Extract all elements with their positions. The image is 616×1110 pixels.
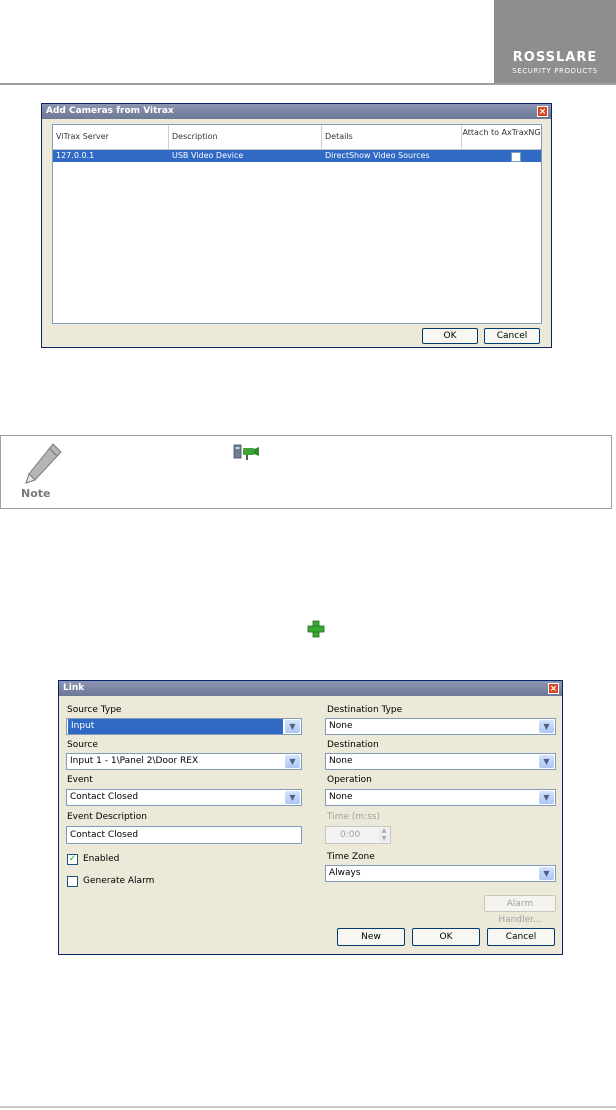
destination-select[interactable]: None ▼ xyxy=(325,753,556,770)
link-dialog: Link × Source Type Input ▼ Source Input … xyxy=(58,680,563,955)
destination-value: None xyxy=(329,756,353,766)
generate-alarm-label: Generate Alarm xyxy=(83,876,155,886)
chevron-down-icon[interactable]: ▼ xyxy=(539,720,554,733)
destination-type-select[interactable]: None ▼ xyxy=(325,718,556,735)
source-type-label: Source Type xyxy=(67,705,122,715)
generate-alarm-checkbox[interactable] xyxy=(67,876,78,887)
chevron-down-icon[interactable]: ▼ xyxy=(285,720,300,733)
brand-name: ROSSLARE xyxy=(512,50,598,65)
brand-tagline: SECURITY PRODUCTS xyxy=(512,67,598,75)
destination-type-label: Destination Type xyxy=(327,705,403,715)
footer-divider xyxy=(0,1106,616,1108)
chevron-down-icon[interactable]: ▼ xyxy=(285,755,300,768)
column-header-attach[interactable]: Attach to AxTraxNG xyxy=(462,125,541,149)
enabled-checkbox[interactable]: ✓ xyxy=(67,854,78,865)
source-select[interactable]: Input 1 - 1\Panel 2\Door REX ▼ xyxy=(66,753,302,770)
grid-header: ViTrax Server Description Details Attach… xyxy=(53,125,541,150)
dialog-title: Link xyxy=(63,683,85,693)
event-value: Contact Closed xyxy=(70,792,139,802)
cell-description: USB Video Device xyxy=(172,151,244,160)
camera-device-icon xyxy=(233,444,259,460)
time-value: 0:00 xyxy=(340,830,361,840)
operation-label: Operation xyxy=(327,775,372,785)
table-row[interactable]: 127.0.0.1 USB Video Device DirectShow Vi… xyxy=(53,150,541,162)
close-icon[interactable]: × xyxy=(548,683,559,694)
dialog-titlebar: Link xyxy=(59,681,562,696)
pencil-icon xyxy=(25,443,62,484)
new-button[interactable]: New xyxy=(337,928,405,946)
column-header-description[interactable]: Description xyxy=(169,125,322,149)
add-cameras-dialog: Add Cameras from Vitrax × ViTrax Server … xyxy=(41,103,552,348)
note-label: Note xyxy=(21,487,51,500)
note-box: Note xyxy=(0,435,612,509)
spin-arrows-icon: ▲ ▼ xyxy=(378,827,390,843)
time-zone-select[interactable]: Always ▼ xyxy=(325,865,556,882)
close-icon[interactable]: × xyxy=(537,106,548,117)
ok-button[interactable]: OK xyxy=(412,928,480,946)
dialog-title: Add Cameras from Vitrax xyxy=(46,106,174,116)
event-label: Event xyxy=(67,775,93,785)
green-plus-icon xyxy=(307,620,325,638)
enabled-label: Enabled xyxy=(83,854,120,864)
event-description-input[interactable]: Contact Closed xyxy=(66,826,302,844)
cell-details: DirectShow Video Sources xyxy=(325,151,430,160)
time-stepper: 0:00 ▲ ▼ xyxy=(325,826,391,844)
attach-checkbox[interactable] xyxy=(511,152,521,162)
column-header-server[interactable]: ViTrax Server xyxy=(53,125,169,149)
rosslare-logo: ROSSLARE SECURITY PRODUCTS xyxy=(494,0,616,83)
destination-type-value: None xyxy=(329,721,353,731)
source-type-value: Input xyxy=(68,719,283,734)
chevron-down-icon[interactable]: ▼ xyxy=(539,867,554,880)
operation-select[interactable]: None ▼ xyxy=(325,789,556,806)
cancel-button[interactable]: Cancel xyxy=(484,328,540,344)
ok-button[interactable]: OK xyxy=(422,328,478,344)
chevron-down-icon[interactable]: ▼ xyxy=(285,791,300,804)
source-label: Source xyxy=(67,740,98,750)
header-divider xyxy=(0,83,616,85)
dialog-titlebar: Add Cameras from Vitrax xyxy=(42,104,551,119)
time-label: Time (m:ss) xyxy=(327,812,381,822)
destination-label: Destination xyxy=(327,740,379,750)
source-type-select[interactable]: Input ▼ xyxy=(66,718,302,735)
alarm-handler-button: Alarm Handler... xyxy=(484,895,556,925)
chevron-down-icon[interactable]: ▼ xyxy=(539,791,554,804)
source-value: Input 1 - 1\Panel 2\Door REX xyxy=(70,756,199,766)
event-select[interactable]: Contact Closed ▼ xyxy=(66,789,302,806)
time-zone-label: Time Zone xyxy=(327,852,375,862)
cameras-grid: ViTrax Server Description Details Attach… xyxy=(52,124,542,324)
operation-value: None xyxy=(329,792,353,802)
column-header-details[interactable]: Details xyxy=(322,125,462,149)
chevron-down-icon[interactable]: ▼ xyxy=(539,755,554,768)
time-zone-value: Always xyxy=(329,868,361,878)
cancel-button[interactable]: Cancel xyxy=(487,928,555,946)
event-description-label: Event Description xyxy=(67,812,147,822)
cell-server: 127.0.0.1 xyxy=(56,151,95,160)
